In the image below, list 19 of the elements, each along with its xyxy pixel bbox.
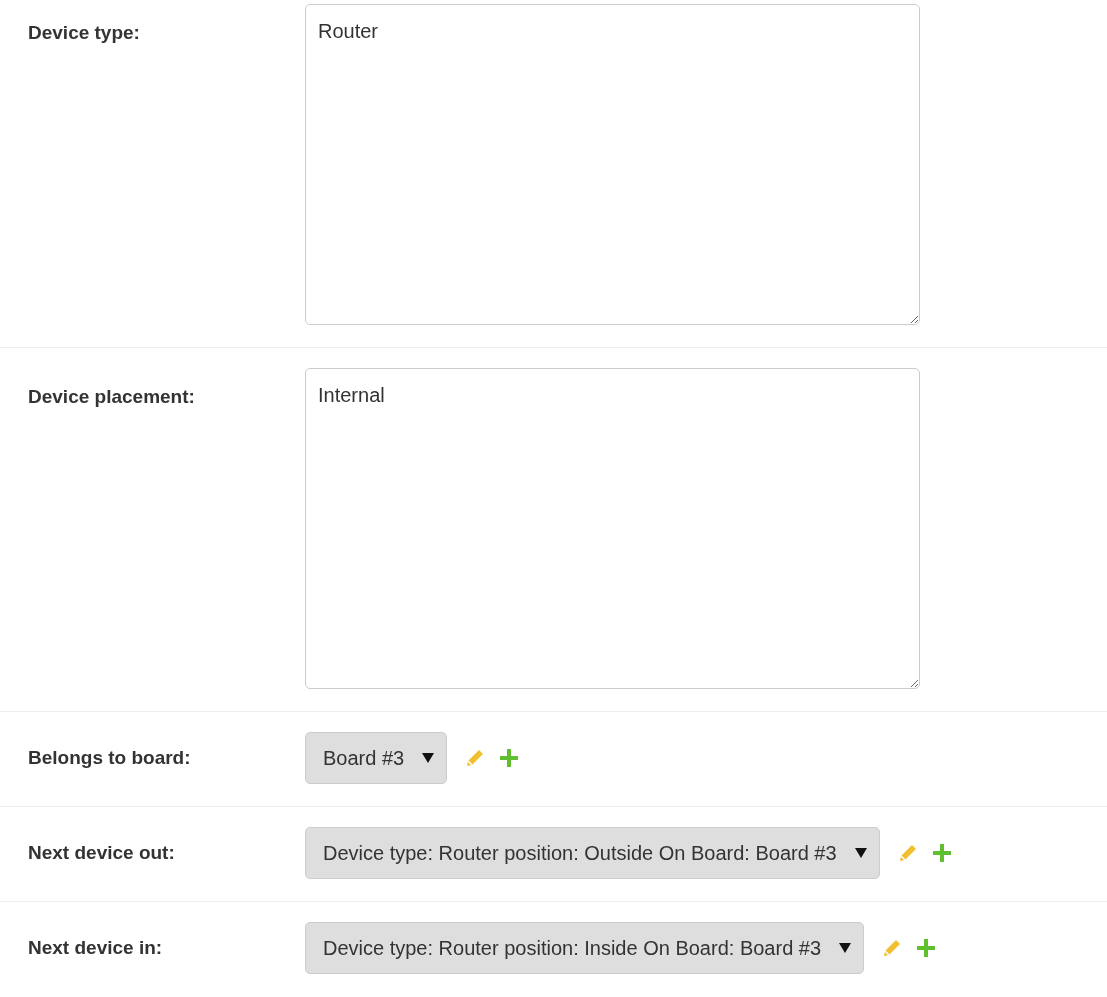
- field-label: Next device in:: [27, 937, 164, 959]
- plus-icon[interactable]: [916, 938, 937, 958]
- field-label: Device placement:: [27, 385, 196, 408]
- pencil-icon[interactable]: [897, 843, 918, 863]
- field-label: Belongs to board:: [27, 747, 192, 769]
- dropdown[interactable]: Device type: Router position: Inside On Board: Board #3: [305, 922, 865, 974]
- plus-icon[interactable]: [499, 748, 520, 768]
- pencil-icon[interactable]: [882, 938, 903, 958]
- dropdown[interactable]: Board #3: [305, 732, 448, 784]
- text-area-field[interactable]: Router: [305, 4, 920, 325]
- field-label: Next device out:: [27, 842, 176, 864]
- field-label: Device type:: [27, 21, 141, 44]
- dropdown[interactable]: Device type: Router position: Outside On Board: Board #3: [305, 827, 880, 879]
- caret-icon: [854, 848, 867, 858]
- text-area-field[interactable]: Internal: [305, 368, 920, 689]
- caret-icon: [839, 943, 852, 953]
- plus-icon[interactable]: [931, 843, 952, 863]
- pencil-icon[interactable]: [465, 748, 486, 768]
- caret-icon: [422, 753, 435, 763]
